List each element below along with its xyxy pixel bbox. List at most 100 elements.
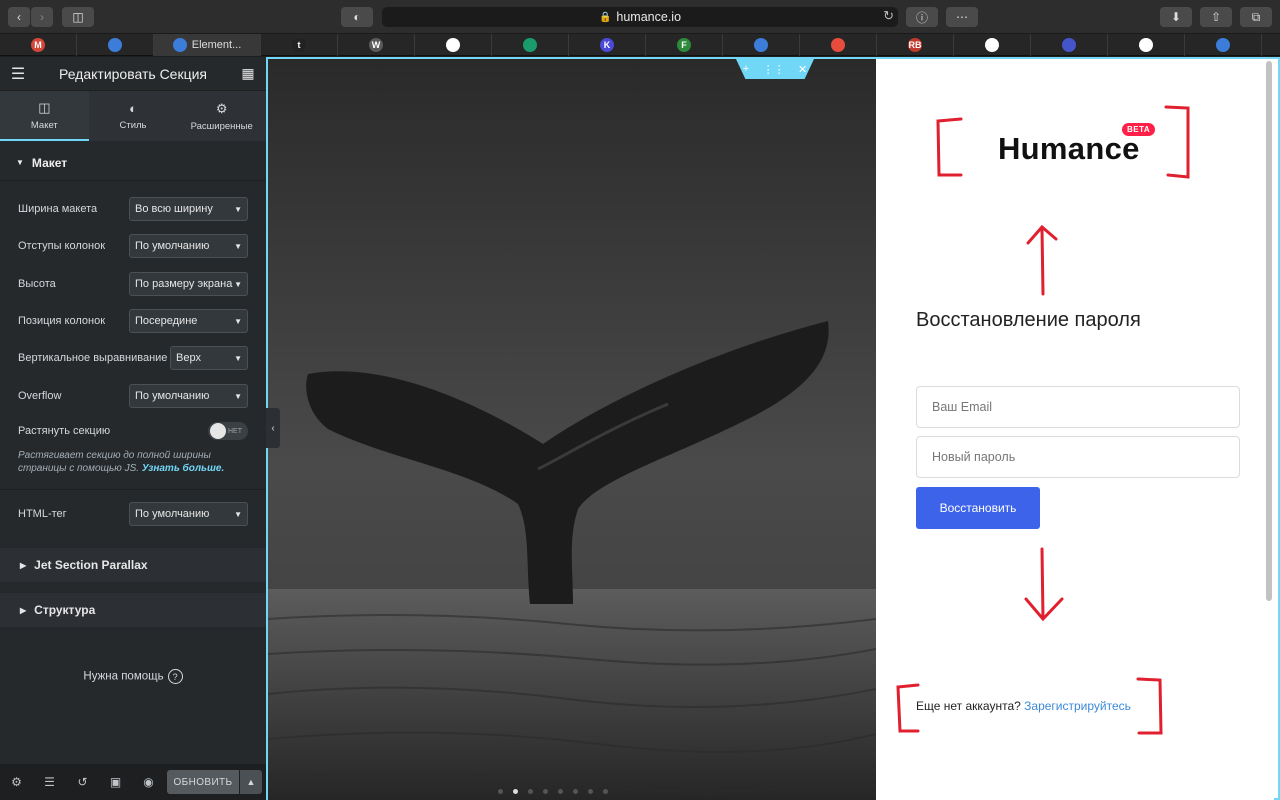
- control-select[interactable]: По умолчанию ▼: [129, 234, 248, 258]
- back-button[interactable]: ‹: [8, 7, 30, 27]
- control-select[interactable]: Посередине ▼: [129, 309, 248, 333]
- slider-dot[interactable]: [528, 789, 533, 794]
- bookmark-item[interactable]: [954, 34, 1031, 56]
- select-value: По размеру экрана: [135, 278, 233, 290]
- url-text: humance.io: [616, 10, 682, 24]
- drag-handle-icon[interactable]: ⋮⋮: [763, 63, 785, 76]
- learn-more-link[interactable]: Узнать больше.: [142, 463, 224, 474]
- bookmark-item[interactable]: G: [415, 34, 492, 56]
- info-button[interactable]: ⓘ: [906, 7, 938, 27]
- gear-icon: ⚙: [215, 100, 228, 116]
- bookmark-favicon-icon: [172, 38, 187, 52]
- bookmark-item[interactable]: Element...: [154, 34, 261, 56]
- slider-dot[interactable]: [603, 789, 608, 794]
- collapse-panel-handle[interactable]: ‹: [266, 408, 280, 448]
- caret-down-icon: ▼: [234, 316, 242, 326]
- shield-icon[interactable]: ◐: [341, 7, 373, 27]
- bookmark-item[interactable]: M: [0, 34, 77, 56]
- control-row: Вертикальное выравнивание Верх ▼: [18, 346, 248, 370]
- bookmark-favicon-icon: [523, 38, 537, 52]
- scrollbar[interactable]: [1266, 61, 1272, 601]
- signup-text: Еще нет аккаунта?: [916, 699, 1021, 713]
- stretch-toggle[interactable]: НЕТ: [208, 422, 248, 440]
- update-options-button[interactable]: ▲: [240, 770, 262, 794]
- email-field[interactable]: Ваш Email: [916, 386, 1240, 428]
- control-select[interactable]: По умолчанию ▼: [129, 384, 248, 408]
- bookmark-item[interactable]: [723, 34, 800, 56]
- menu-icon[interactable]: ☰: [0, 64, 36, 84]
- section-toggle-parallax[interactable]: ▶ Jet Section Parallax: [0, 548, 266, 582]
- slider-dot[interactable]: [588, 789, 593, 794]
- new-password-field[interactable]: Новый пароль: [916, 436, 1240, 478]
- caret-down-icon: ▼: [234, 204, 242, 214]
- slider-dot[interactable]: [543, 789, 548, 794]
- bookmark-item[interactable]: t: [261, 34, 338, 56]
- caret-down-icon: ▼: [16, 158, 24, 167]
- caret-right-icon: ▶: [20, 605, 27, 615]
- sidebar-toggle-button[interactable]: ◫: [62, 7, 94, 27]
- extensions-grid-button[interactable]: ⋯: [946, 7, 978, 27]
- slider-dot[interactable]: [558, 789, 563, 794]
- section-toggle-layout[interactable]: ▼ Макет: [0, 145, 266, 181]
- share-button[interactable]: ⇧: [1200, 7, 1232, 27]
- beta-badge: BETA: [1122, 123, 1156, 136]
- html-tag-select[interactable]: По умолчанию ▼: [129, 502, 248, 526]
- tab-layout[interactable]: ◫ Макет: [0, 91, 89, 141]
- bookmark-favicon-icon: [831, 38, 845, 52]
- tabs-overview-button[interactable]: ⧉: [1240, 7, 1272, 27]
- add-icon[interactable]: +: [743, 63, 749, 75]
- control-label: Позиция колонок: [18, 315, 106, 327]
- contrast-icon: ◐: [129, 101, 137, 116]
- restore-button[interactable]: Восстановить: [916, 487, 1040, 529]
- tab-advanced[interactable]: ⚙ Расширенные: [177, 91, 266, 141]
- bookmark-item[interactable]: RB: [877, 34, 954, 56]
- slider-dot[interactable]: [573, 789, 578, 794]
- bookmark-favicon-icon: RB: [908, 38, 922, 52]
- panel-tabs: ◫ Макет ◐ Стиль ⚙ Расширенные: [0, 91, 266, 141]
- bookmark-item[interactable]: F: [646, 34, 723, 56]
- slider-dot[interactable]: [498, 789, 503, 794]
- bookmark-favicon-icon: [108, 38, 122, 52]
- control-select[interactable]: Во всю ширину ▼: [129, 197, 248, 221]
- bookmark-item[interactable]: K: [569, 34, 646, 56]
- forward-button[interactable]: ›: [31, 7, 53, 27]
- bookmark-item[interactable]: [800, 34, 877, 56]
- caret-right-icon: ▶: [20, 560, 27, 570]
- address-bar[interactable]: 🔒 humance.io ↻: [382, 7, 898, 27]
- update-button[interactable]: ОБНОВИТЬ: [167, 770, 239, 794]
- widgets-grid-icon[interactable]: ▦: [230, 65, 266, 82]
- tab-style[interactable]: ◐ Стиль: [89, 91, 178, 141]
- bookmark-item[interactable]: [1108, 34, 1185, 56]
- help-link[interactable]: Нужна помощь?: [0, 669, 266, 684]
- whale-tail-photo: + ⋮⋮ ✕: [268, 59, 876, 800]
- bookmark-item[interactable]: [492, 34, 569, 56]
- preview-eye-icon[interactable]: ◉: [132, 775, 165, 789]
- bookmark-item[interactable]: [1185, 34, 1262, 56]
- bookmark-favicon-icon: [1062, 38, 1076, 52]
- bookmark-item[interactable]: W: [338, 34, 415, 56]
- bookmark-item[interactable]: [77, 34, 154, 56]
- reload-icon[interactable]: ↻: [883, 8, 894, 24]
- page-title: Восстановление пароля: [916, 309, 1141, 331]
- whale-tail-image: [268, 59, 876, 800]
- settings-icon[interactable]: ⚙: [0, 775, 33, 789]
- downloads-button[interactable]: ⬇: [1160, 7, 1192, 27]
- help-text: Нужна помощь: [83, 670, 164, 683]
- responsive-mode-icon[interactable]: ▣: [99, 775, 132, 789]
- bookmark-item[interactable]: [1031, 34, 1108, 56]
- signup-prompt: Еще нет аккаунта? Зарегистрируйтесь: [916, 699, 1131, 713]
- control-select[interactable]: По размеру экрана ▼: [129, 272, 248, 296]
- bookmark-favicon-icon: t: [292, 38, 306, 52]
- slider-dot[interactable]: [513, 789, 518, 794]
- close-icon[interactable]: ✕: [798, 63, 807, 76]
- control-label: Отступы колонок: [18, 240, 106, 252]
- history-icon[interactable]: ↺: [66, 775, 99, 789]
- red-annotations: [896, 105, 1190, 735]
- lock-icon: 🔒: [598, 11, 612, 23]
- control-select[interactable]: Верх ▼: [170, 346, 248, 370]
- bookmark-favicon-icon: K: [600, 38, 614, 52]
- signup-link[interactable]: Зарегистрируйтесь: [1024, 699, 1131, 713]
- section-edit-handle[interactable]: + ⋮⋮ ✕: [736, 59, 814, 79]
- section-toggle-structure[interactable]: ▶ Структура: [0, 593, 266, 627]
- navigator-layers-icon[interactable]: ☰: [33, 775, 66, 789]
